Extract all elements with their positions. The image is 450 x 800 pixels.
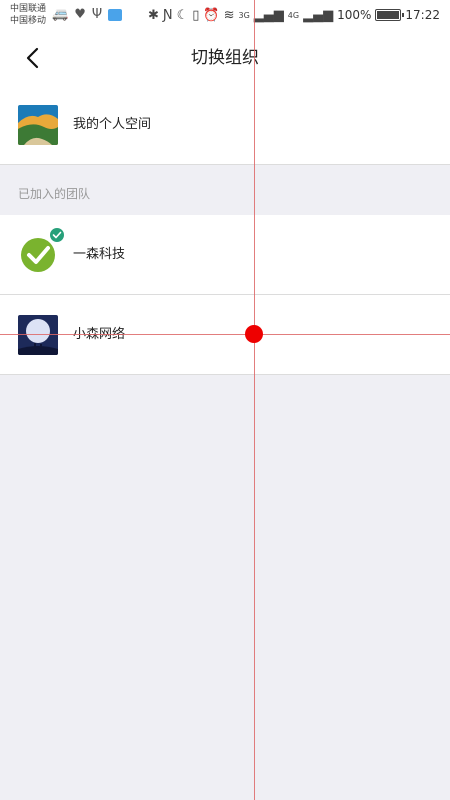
- status-right: ✱ Ɲ ☾ ▯ ⏰ ≋ 3G ▂▄▆ 4G ▂▄▆ 100% 17:22: [148, 5, 440, 25]
- carrier-2: 中国移动: [10, 16, 47, 26]
- team-avatar: [18, 315, 58, 355]
- carrier-1: 中国联通: [10, 4, 47, 14]
- battery-icon: [375, 9, 405, 21]
- selected-check-icon: [48, 226, 66, 244]
- bluetooth-icon: ✱: [147, 7, 159, 23]
- status-bar: 中国联通 中国移动 🚐 ♥ Ψ ✱ Ɲ ☾ ▯ ⏰ ≋ 3G ▂▄▆ 4G ▂▄…: [0, 0, 450, 30]
- touch-point-marker: [245, 325, 263, 343]
- car-icon: 🚐: [52, 7, 69, 22]
- network-3g-label: 3G: [238, 10, 250, 20]
- vibrate-icon: ▯: [192, 7, 200, 23]
- carrier-info: 中国联通 中国移动: [10, 3, 46, 27]
- nav-bar: 切换组织: [0, 30, 450, 86]
- divider: [0, 374, 450, 375]
- teams-section-header: 已加入的团队: [0, 165, 450, 215]
- app-notification-icon: [108, 9, 123, 21]
- team-name: 一森科技: [73, 247, 126, 262]
- landscape-icon: [18, 105, 58, 145]
- usb-icon: Ψ: [91, 7, 103, 22]
- clock: 17:22: [405, 8, 440, 22]
- nfc-icon: Ɲ: [162, 7, 173, 23]
- signal-1-icon: ▂▄▆: [253, 7, 284, 23]
- crosshair-horizontal-line: [0, 334, 450, 335]
- heart-rate-icon: ♥: [74, 7, 86, 22]
- signal-2-icon: ▂▄▆: [303, 7, 334, 23]
- moon-icon: ☾: [176, 7, 189, 23]
- team-item-xiaosen-network[interactable]: 小森网络: [0, 295, 450, 375]
- alarm-icon: ⏰: [203, 7, 220, 23]
- personal-space-label: 我的个人空间: [73, 117, 152, 132]
- section-title: 已加入的团队: [18, 187, 91, 201]
- notification-icons: 🚐 ♥ Ψ: [52, 6, 123, 24]
- wifi-icon: ≋: [223, 7, 235, 23]
- team-item-yisen-tech[interactable]: 一森科技: [0, 215, 450, 295]
- page-title: 切换组织: [191, 48, 259, 68]
- battery-percent: 100%: [337, 8, 372, 22]
- personal-space-item[interactable]: 我的个人空间: [0, 85, 450, 165]
- team-name: 小森网络: [73, 327, 126, 342]
- network-4g-label: 4G: [287, 10, 300, 20]
- personal-space-avatar: [18, 105, 58, 145]
- moon-night-icon: [18, 315, 58, 355]
- crosshair-vertical-line: [254, 0, 255, 800]
